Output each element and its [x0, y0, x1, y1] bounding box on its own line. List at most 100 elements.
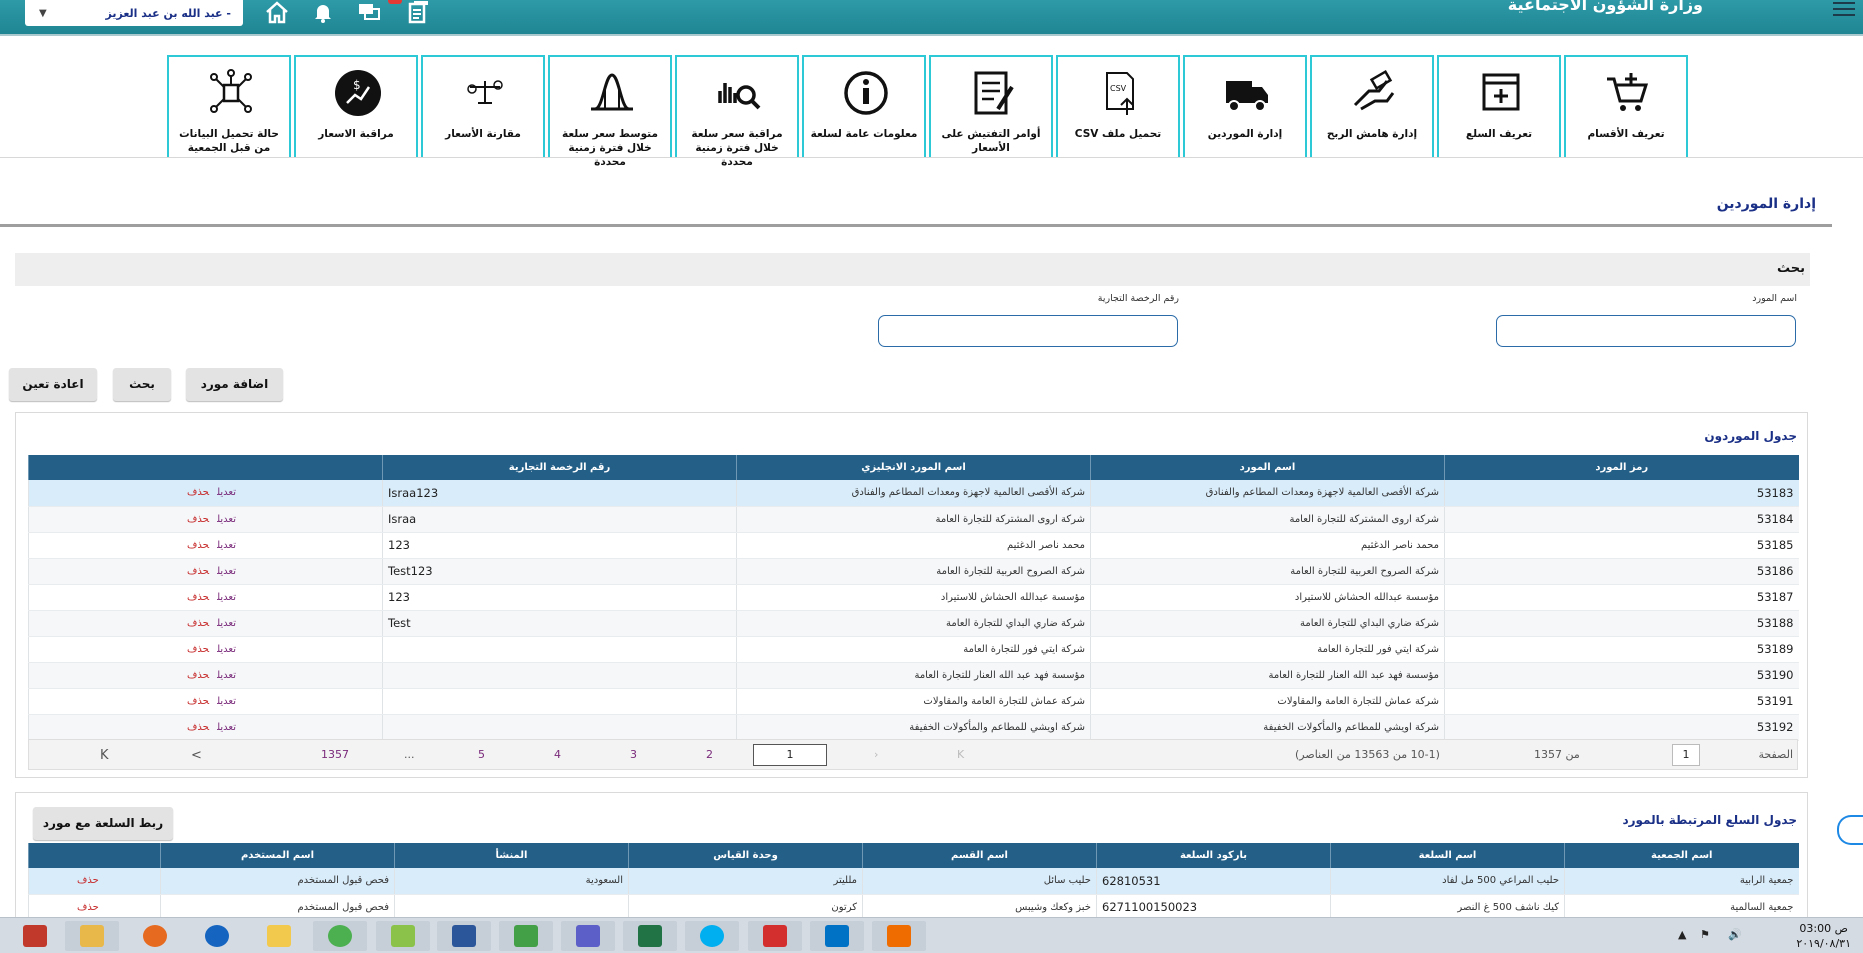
teams-icon[interactable]: [561, 921, 615, 951]
column-header[interactable]: المنشأ: [394, 843, 629, 868]
edit-link[interactable]: تعديل: [217, 514, 236, 525]
chrome-icon[interactable]: [313, 921, 367, 951]
column-header[interactable]: رقم الرخصة التجارية: [382, 455, 737, 480]
page-link[interactable]: 5: [478, 748, 485, 761]
word-icon[interactable]: [437, 921, 491, 951]
page-link[interactable]: 3: [630, 748, 637, 761]
table-row[interactable]: 53184 شركة اروى المشتركة للتجارة العامة شر…: [28, 506, 1799, 533]
column-header[interactable]: باركود السلعة: [1096, 843, 1331, 868]
supplier-name-input[interactable]: [1496, 315, 1796, 347]
tile-inspection-orders[interactable]: أوامر التفتيش على الأسعار: [929, 55, 1053, 158]
column-header[interactable]: رمز المورد: [1444, 455, 1799, 480]
edit-link[interactable]: تعديل: [217, 487, 236, 498]
page-link[interactable]: 4: [554, 748, 561, 761]
edit-link[interactable]: تعديل: [217, 696, 236, 707]
home-icon[interactable]: [264, 0, 290, 26]
file-explorer-icon[interactable]: [65, 921, 119, 951]
delete-link[interactable]: حذف: [187, 592, 209, 603]
delete-link[interactable]: حذف: [187, 487, 209, 498]
documents-icon[interactable]: [405, 0, 431, 26]
pager-first[interactable]: K: [957, 748, 964, 761]
table-row[interactable]: 53186 شركة الصروح العربية للتجارة العامة ش…: [28, 558, 1799, 585]
edit-link[interactable]: تعديل: [217, 540, 236, 551]
tile-csv-upload[interactable]: CSV تحميل ملف CSV: [1056, 55, 1180, 158]
reset-button[interactable]: اعادة تعين: [9, 368, 97, 401]
page-link[interactable]: 1357: [321, 748, 349, 761]
license-number-input[interactable]: [878, 315, 1178, 347]
pager-last[interactable]: K: [100, 748, 109, 763]
tile-profit-margin[interactable]: إدارة هامش الربح: [1310, 55, 1434, 158]
table-row[interactable]: 53190 مؤسسة فهد عبد الله العنار للتجارة ا…: [28, 662, 1799, 689]
table-row[interactable]: 53188 شركة ضاري البداي للتجارة العامة شركة…: [28, 610, 1799, 637]
table-row[interactable]: جمعية الرابية حليب المراعي 500 مل لفاد 628…: [28, 868, 1799, 895]
edit-link[interactable]: تعديل: [217, 618, 236, 629]
tile-price-compare[interactable]: مقارنة الأسعار: [421, 55, 545, 158]
page-ellipsis[interactable]: ...: [404, 748, 415, 761]
edit-link[interactable]: تعديل: [217, 644, 236, 655]
delete-link[interactable]: حذف: [187, 540, 209, 551]
table-row[interactable]: 53183 شركة الأقصى العالمية لاجهزة ومعدات …: [28, 480, 1799, 507]
column-header[interactable]: اسم المستخدم: [160, 843, 395, 868]
edit-link[interactable]: تعديل: [217, 592, 236, 603]
media-player-icon[interactable]: [499, 921, 553, 951]
link-item-supplier-button[interactable]: ربط السلعة مع مورد: [33, 807, 173, 840]
search-button[interactable]: بحث: [113, 368, 171, 401]
page-link[interactable]: 2: [706, 748, 713, 761]
chat-widget-icon[interactable]: [1837, 815, 1863, 845]
tile-upload-status[interactable]: حالة تحميل البيانات من قبل الجمعية: [167, 55, 291, 158]
delete-link[interactable]: حذف: [187, 696, 209, 707]
tray-chevron-icon[interactable]: ▲: [1678, 928, 1686, 941]
column-header[interactable]: اسم القسم: [862, 843, 1097, 868]
column-header[interactable]: اسم المورد: [1090, 455, 1445, 480]
app-icon[interactable]: [872, 921, 926, 951]
tile-define-sections[interactable]: تعريف الأقسام: [1564, 55, 1688, 158]
add-supplier-button[interactable]: اضافة مورد: [186, 368, 283, 401]
table-row[interactable]: 53189 شركة ايتي فور للتجارة العامة شركة اي…: [28, 636, 1799, 663]
column-header[interactable]: وحدة القياس: [628, 843, 863, 868]
chat-icon[interactable]: [356, 0, 382, 26]
tile-define-goods[interactable]: تعريف السلع: [1437, 55, 1561, 158]
edit-link[interactable]: تعديل: [217, 670, 236, 681]
excel-icon[interactable]: [623, 921, 677, 951]
firefox-icon[interactable]: [128, 921, 182, 951]
delete-link[interactable]: حذف: [77, 875, 99, 886]
skype-icon[interactable]: [685, 921, 739, 951]
system-clock[interactable]: 03:00 ص ٢٠١٩/٠٨/٣١: [1796, 921, 1851, 951]
edit-link[interactable]: تعديل: [217, 566, 236, 577]
delete-link[interactable]: حذف: [187, 722, 209, 733]
delete-link[interactable]: حذف: [187, 670, 209, 681]
menu-icon[interactable]: [1833, 2, 1855, 18]
pager-prev[interactable]: <: [191, 748, 202, 763]
volume-icon[interactable]: 🔊: [1728, 928, 1742, 941]
folder-icon[interactable]: [252, 921, 306, 951]
delete-link[interactable]: حذف: [187, 618, 209, 629]
notepad-icon[interactable]: [376, 921, 430, 951]
table-row[interactable]: 53185 محمد ناصر الدغثيم محمد ناصر الدغثيم 1…: [28, 532, 1799, 559]
pdf-reader-icon[interactable]: [748, 921, 802, 951]
tile-price-monitor-period[interactable]: مراقبة سعر سلعة خلال فترة زمنية محددة: [675, 55, 799, 168]
tile-average-price[interactable]: متوسط سعر سلعة خلال فترة زمنية محددة: [548, 55, 672, 168]
tile-general-info[interactable]: معلومات عامة لسلعة: [802, 55, 926, 158]
teamviewer-icon[interactable]: [190, 921, 244, 951]
bell-icon[interactable]: [310, 0, 336, 26]
delete-link[interactable]: حذف: [77, 902, 99, 913]
column-header[interactable]: اسم السلعة: [1330, 843, 1565, 868]
tile-price-monitoring[interactable]: $ مراقبة الاسعار: [294, 55, 418, 158]
table-row[interactable]: 53191 شركة عماش للتجارة العامة والمقاولات…: [28, 688, 1799, 715]
table-row[interactable]: 53192 شركة اويشي للمطاعم والمأكولات الخفي…: [28, 714, 1799, 741]
delete-link[interactable]: حذف: [187, 566, 209, 577]
current-page[interactable]: 1: [753, 744, 827, 766]
user-dropdown[interactable]: ▼ - عبد الله بن عبد العزيز: [25, 0, 243, 26]
column-header[interactable]: اسم المورد الانجليزي: [736, 455, 1091, 480]
network-icon[interactable]: ⚑: [1700, 928, 1710, 941]
pager-next[interactable]: ›: [874, 748, 878, 761]
edit-link[interactable]: تعديل: [217, 722, 236, 733]
delete-link[interactable]: حذف: [187, 644, 209, 655]
page-number-input[interactable]: 1: [1672, 744, 1700, 766]
delete-link[interactable]: حذف: [187, 514, 209, 525]
column-header[interactable]: اسم الجمعية: [1564, 843, 1799, 868]
tile-suppliers[interactable]: إدارة الموردين: [1183, 55, 1307, 158]
outlook-icon[interactable]: [810, 921, 864, 951]
snipping-tool-icon[interactable]: [8, 921, 62, 951]
table-row[interactable]: 53187 مؤسسة عبدالله الحشاش للاستيراد مؤسسة…: [28, 584, 1799, 611]
